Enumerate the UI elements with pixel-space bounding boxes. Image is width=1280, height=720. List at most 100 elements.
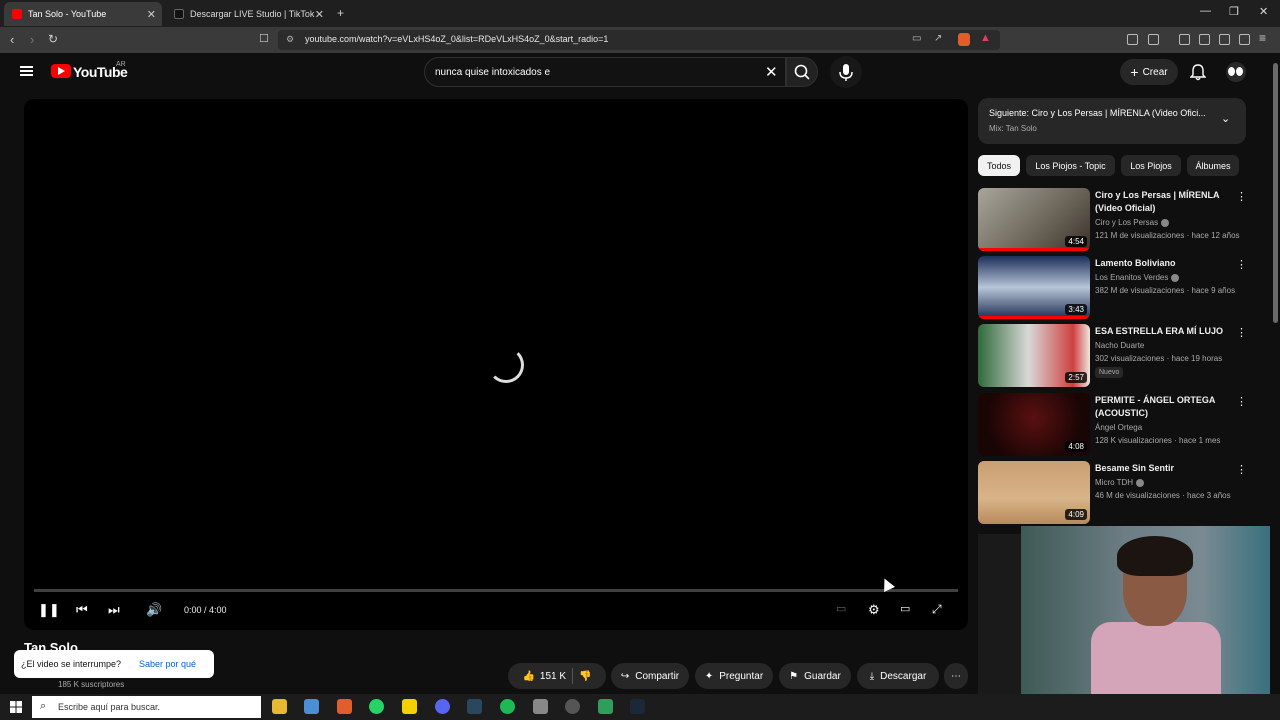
chip-los-piojos-topic[interactable]: Los Piojos - Topic (1026, 155, 1115, 176)
related-video[interactable]: 2:57 ESA ESTRELLA ERA MÍ LUJO Nacho Duar… (978, 324, 1247, 388)
window-close-icon[interactable]: ✕ (1259, 5, 1268, 18)
create-button[interactable]: + Crear (1120, 59, 1178, 85)
taskbar-search-input[interactable]: ⌕ Escribe aquí para buscar. (32, 696, 261, 718)
learn-why-link[interactable]: Saber por qué (139, 659, 196, 669)
chip-albumes[interactable]: Álbumes (1187, 155, 1239, 176)
chip-los-piojos[interactable]: Los Piojos (1121, 155, 1181, 176)
chevron-down-icon[interactable]: ⌄ (1221, 112, 1230, 125)
wallet-icon[interactable] (1199, 34, 1210, 45)
more-vertical-icon[interactable]: ⋮ (1236, 463, 1247, 476)
brave-shields-icon[interactable] (958, 33, 970, 46)
vpn-icon[interactable] (1239, 34, 1250, 45)
save-button[interactable]: ⚑ Guardar (779, 663, 851, 689)
minimize-icon[interactable]: — (1200, 5, 1211, 17)
app-z-icon[interactable] (402, 699, 417, 714)
theater-mode-icon[interactable]: ▭ (900, 602, 910, 615)
related-video[interactable]: 4:08 PERMITE - ÁNGEL ORTEGA (ACOUSTIC) Á… (978, 393, 1247, 457)
notifications-bell-icon[interactable] (1190, 63, 1206, 81)
reload-icon[interactable]: ↻ (48, 32, 58, 46)
youtube-logo-icon[interactable] (51, 64, 71, 78)
forward-icon[interactable]: › (30, 32, 34, 47)
pause-button[interactable]: ❚❚ (38, 602, 60, 618)
steam-running-icon[interactable] (630, 699, 645, 714)
related-video[interactable]: 4:54 Ciro y Los Persas | MÍRENLA (Video … (978, 188, 1247, 252)
video-thumbnail[interactable]: 4:54 (978, 188, 1090, 251)
related-video-title[interactable]: ESA ESTRELLA ERA MÍ LUJO (1095, 325, 1230, 338)
related-video-title[interactable]: PERMITE - ÁNGEL ORTEGA (ACOUSTIC) (1095, 394, 1230, 420)
close-tab-icon[interactable]: ✕ (147, 8, 156, 21)
related-video-channel[interactable]: Los Enanitos Verdes (1095, 273, 1180, 282)
whatsapp-icon[interactable] (369, 699, 384, 714)
obs-icon[interactable] (565, 699, 580, 714)
browser-tab-youtube[interactable]: Tan Solo - YouTube ✕ (4, 2, 162, 26)
menu-icon[interactable]: ≡ (1259, 31, 1266, 45)
subtitles-icon[interactable]: ▭ (836, 602, 846, 615)
search-button[interactable] (786, 57, 818, 87)
file-explorer-icon[interactable] (272, 699, 287, 714)
share-button[interactable]: ↪ Compartir (611, 663, 689, 689)
close-tab-icon[interactable]: ✕ (315, 8, 324, 21)
store-icon[interactable] (304, 699, 319, 714)
account-avatar[interactable] (1226, 62, 1246, 82)
more-vertical-icon[interactable]: ⋮ (1236, 395, 1247, 408)
app-green-icon[interactable] (598, 699, 613, 714)
more-vertical-icon[interactable]: ⋮ (1236, 190, 1247, 203)
related-video-channel[interactable]: Ángel Ortega (1095, 423, 1142, 432)
video-thumbnail[interactable]: 4:08 (978, 393, 1090, 456)
video-thumbnail[interactable]: 2:57 (978, 324, 1090, 387)
clear-search-icon[interactable]: ✕ (765, 63, 778, 81)
related-video[interactable]: 3:43 Lamento Boliviano Los Enanitos Verd… (978, 256, 1247, 320)
page-scrollbar[interactable] (1270, 53, 1280, 694)
leo-ai-icon[interactable] (1219, 34, 1230, 45)
related-video-title[interactable]: Besame Sin Sentir (1095, 462, 1230, 475)
video-thumbnail[interactable]: 3:43 (978, 256, 1090, 319)
address-bar[interactable]: ⚙ youtube.com/watch?v=eVLxHS4oZ_0&list=R… (278, 30, 1000, 50)
steam-icon[interactable] (467, 699, 482, 714)
fullscreen-icon[interactable]: ⤢ (932, 602, 942, 617)
progress-bar[interactable] (34, 589, 958, 592)
new-tab-button[interactable]: + (337, 6, 344, 20)
related-video[interactable]: 4:09 Besame Sin Sentir Micro TDH 46 M de… (978, 461, 1247, 525)
settings-gear-icon[interactable]: ⚙ (868, 602, 880, 618)
next-button[interactable]: ⏭ (108, 602, 120, 618)
related-video-partial[interactable] (978, 534, 1021, 694)
more-vertical-icon[interactable]: ⋮ (1236, 326, 1247, 339)
related-video-title[interactable]: Ciro y Los Persas | MÍRENLA (Video Ofici… (1095, 189, 1230, 215)
download-button[interactable]: ⤓ Descargar (857, 663, 939, 689)
more-vertical-icon[interactable]: ⋮ (1236, 258, 1247, 271)
tab-search-icon[interactable] (1148, 34, 1159, 45)
scrollbar-thumb[interactable] (1273, 63, 1278, 323)
more-actions-button[interactable]: ⋯ (944, 663, 968, 689)
related-video-channel[interactable]: Micro TDH (1095, 478, 1145, 487)
related-video-title[interactable]: Lamento Boliviano (1095, 257, 1230, 270)
voice-search-button[interactable] (830, 56, 862, 88)
search-input[interactable]: nunca quise intoxicados e ✕ (424, 57, 786, 87)
volume-button[interactable]: 🔊 (146, 602, 162, 618)
previous-button[interactable]: ⏮ (76, 602, 88, 618)
like-button[interactable]: 👍 151 K (522, 671, 566, 682)
related-video-channel[interactable]: Nacho Duarte (1095, 341, 1144, 350)
discord-icon[interactable] (435, 699, 450, 714)
share-page-icon[interactable]: ↗ (934, 33, 942, 44)
video-player[interactable]: ❚❚ ⏮ ⏭ 🔊 0:00 / 4:00 ▭ ⚙ ▭ ⤢ (24, 99, 968, 630)
extensions-icon[interactable] (1127, 34, 1138, 45)
restore-icon[interactable]: ❐ (1229, 5, 1239, 18)
cast-icon[interactable]: ▭ (912, 33, 921, 44)
related-video-channel[interactable]: Ciro y Los Persas (1095, 218, 1170, 227)
up-next-panel[interactable]: Siguiente: Ciro y Los Persas | MÍRENLA (… (978, 98, 1246, 144)
video-thumbnail[interactable]: 4:09 (978, 461, 1090, 524)
bookmark-icon[interactable]: ☐ (259, 32, 269, 45)
dislike-button[interactable]: 👎 (579, 671, 591, 682)
app-settings-icon[interactable] (533, 699, 548, 714)
guide-menu-icon[interactable] (20, 66, 33, 76)
back-icon[interactable]: ‹ (10, 32, 14, 47)
sidebar-toggle-icon[interactable] (1179, 34, 1190, 45)
site-info-icon[interactable]: ⚙ (286, 34, 294, 45)
ask-button[interactable]: ✦ Preguntar (695, 663, 773, 689)
chip-todos[interactable]: Todos (978, 155, 1020, 176)
browser-tab-tiktok[interactable]: Descargar LIVE Studio | TikTok ✕ (166, 2, 330, 26)
spotify-icon[interactable] (500, 699, 515, 714)
brave-browser-icon[interactable] (337, 699, 352, 714)
brave-rewards-icon[interactable]: ▲ (980, 32, 991, 44)
windows-start-icon[interactable] (10, 701, 22, 713)
